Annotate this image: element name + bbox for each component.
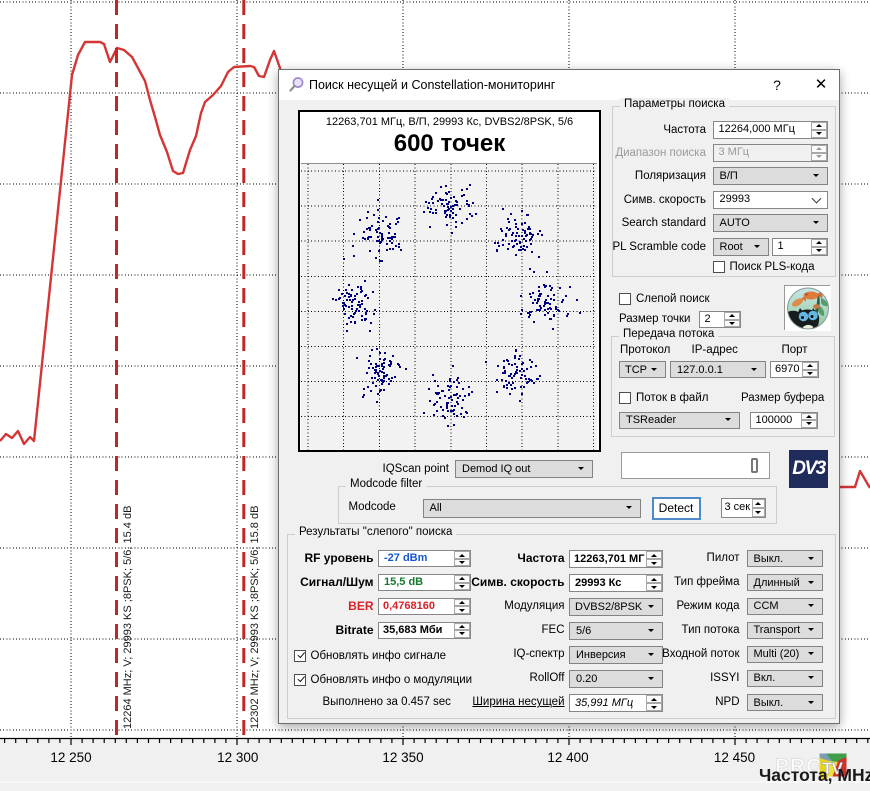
svg-text:Частота, MHz: Частота, MHz: [759, 765, 870, 785]
svg-text:12264 MHz; V; 29993 KS ;8PSK;: 12264 MHz; V; 29993 KS ;8PSK; 5/6; 15.4 …: [122, 506, 134, 729]
svg-text:12302 MHz; V; 29993 KS ;8PSK;: 12302 MHz; V; 29993 KS ;8PSK; 5/6; 15.8 …: [249, 506, 261, 729]
svg-text:12 300: 12 300: [217, 750, 258, 765]
svg-text:12 450: 12 450: [714, 750, 755, 765]
svg-text:12 250: 12 250: [50, 750, 91, 765]
svg-text:12 350: 12 350: [382, 750, 423, 765]
svg-text:12 400: 12 400: [547, 750, 588, 765]
